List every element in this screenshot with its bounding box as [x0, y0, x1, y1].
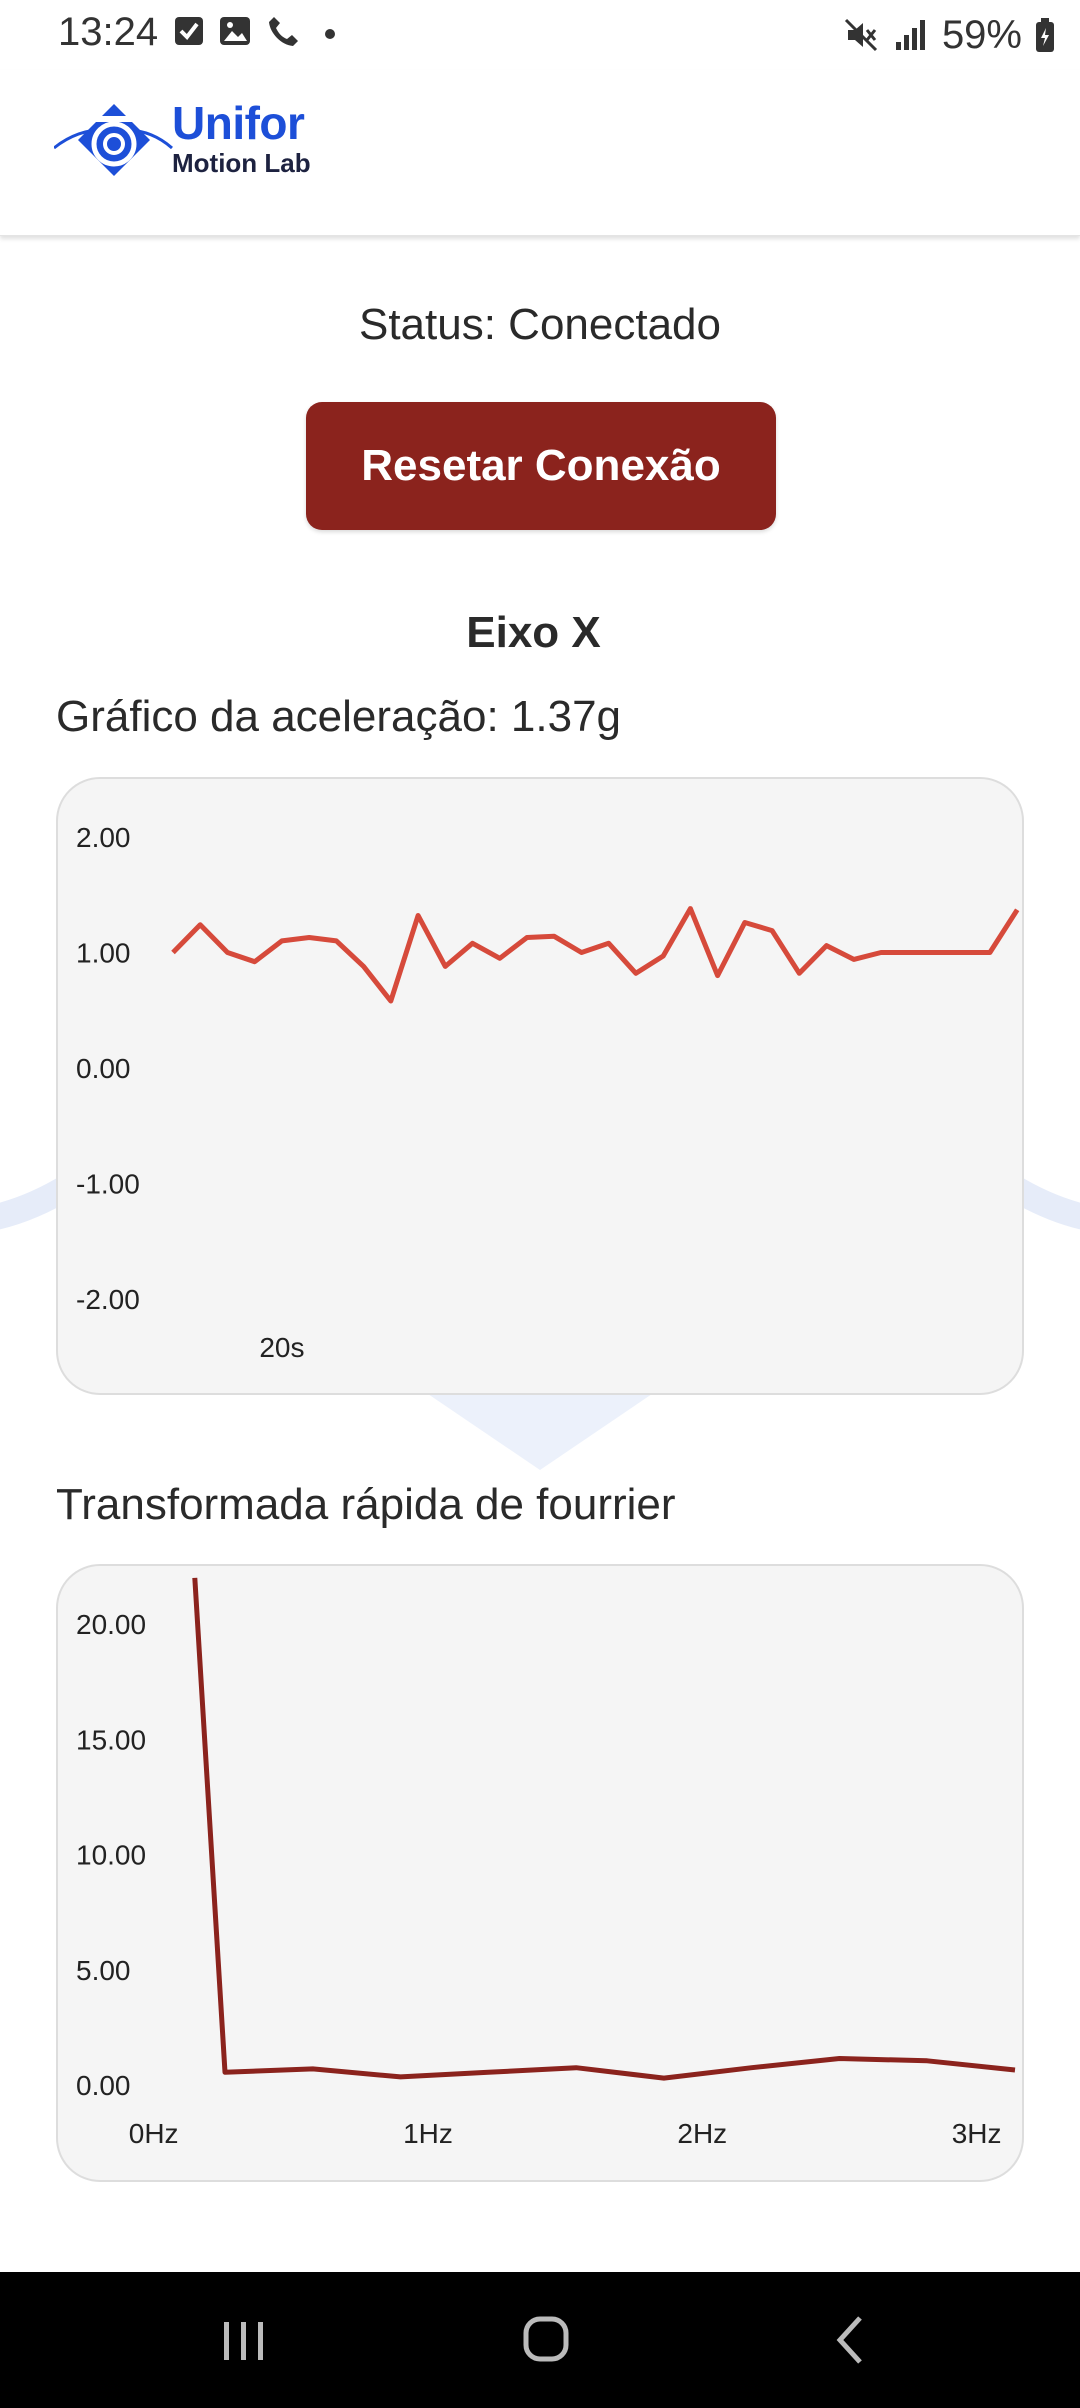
fft-y-tick: 10.00	[76, 1840, 146, 1871]
fft-y-tick: 15.00	[76, 1724, 146, 1755]
app-screen: 13:24 59% Unifor Motion Lab Status: Cone…	[0, 0, 1080, 2408]
app-header: Unifor Motion Lab	[0, 70, 1080, 236]
status-bar: 13:24 59%	[0, 0, 1080, 70]
reset-connection-button[interactable]: Resetar Conexão	[306, 402, 776, 530]
fft-x-tick: 1Hz	[403, 2118, 453, 2149]
fft-y-tick: 20.00	[76, 1609, 146, 1640]
accel-y-tick: 2.00	[76, 822, 131, 853]
accel-y-tick: 1.00	[76, 938, 131, 969]
recent-apps-icon[interactable]	[204, 2302, 284, 2378]
status-right: 59%	[842, 10, 1056, 60]
acceleration-chart: 2.00 1.00 0.00 -1.00 -2.00 20s	[56, 777, 1024, 1395]
connection-status: Status: Conectado	[358, 300, 721, 349]
accel-y-tick: -1.00	[76, 1169, 140, 1200]
gallery-icon	[220, 17, 250, 45]
fft-y-tick: 0.00	[76, 2070, 131, 2101]
phone-icon	[269, 17, 298, 46]
battery-icon	[1036, 18, 1054, 52]
fft-label: Transformada rápida de fourrier	[56, 1480, 676, 1529]
fft-y-tick: 5.00	[76, 1955, 131, 1986]
battery-percent: 59%	[941, 12, 1022, 57]
dot-icon	[325, 29, 335, 39]
accel-y-tick: 0.00	[76, 1053, 131, 1084]
acceleration-label: Gráfico da aceleração: 1.37g	[56, 692, 622, 741]
accel-x-tick: 20s	[259, 1332, 304, 1363]
mute-icon	[844, 18, 877, 52]
fft-chart: 20.00 15.00 10.00 5.00 0.00 0Hz 1Hz 2Hz 3Hz	[56, 1564, 1024, 2182]
fft-x-tick: 2Hz	[677, 2118, 727, 2149]
unifor-logo[interactable]: Unifor Motion Lab	[54, 98, 334, 188]
fft-x-tick: 3Hz	[952, 2118, 1002, 2149]
home-icon[interactable]	[506, 2302, 586, 2378]
logo-title: Unifor	[172, 97, 305, 149]
fft-series-line	[192, 1577, 1016, 2081]
accel-y-tick: -2.00	[76, 1284, 140, 1315]
logo-emblem-icon	[54, 104, 173, 176]
fft-x-tick: 0Hz	[129, 2118, 179, 2149]
acceleration-chart-svg: 2.00 1.00 0.00 -1.00 -2.00 20s	[76, 822, 1020, 1363]
system-nav-bar	[0, 2272, 1080, 2408]
clock: 13:24	[58, 10, 159, 54]
accel-series-line	[171, 906, 1020, 1004]
axis-title: Eixo X	[466, 608, 601, 657]
signal-icon	[895, 20, 925, 50]
fft-chart-svg: 20.00 15.00 10.00 5.00 0.00 0Hz 1Hz 2Hz 3Hz	[76, 1577, 1016, 2149]
back-icon[interactable]	[810, 2302, 890, 2378]
logo-subtitle: Motion Lab	[172, 148, 311, 178]
check-box-icon	[175, 17, 203, 45]
